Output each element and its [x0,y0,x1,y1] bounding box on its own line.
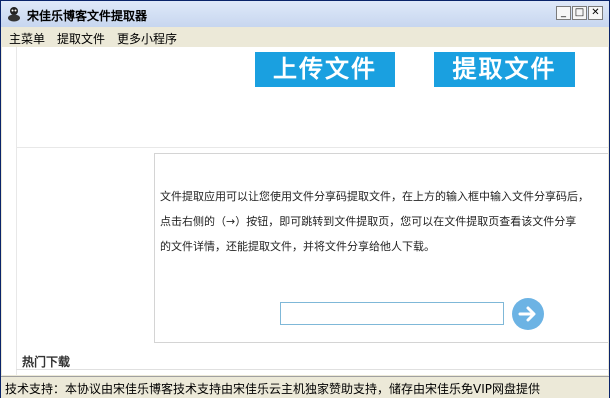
description-line: 点击右侧的（→）按钮，即可跳转到文件提取页，您可以在文件提取页查看该文件分享 [160,215,577,228]
app-icon [8,7,20,22]
menu-bar: 主菜单 提取文件 更多小程序 [1,27,609,47]
web-content: 上传文件 提取文件 文件提取应用可以让您使用文件分享码提取文件，在上方的输入框中… [2,47,608,375]
go-button[interactable] [512,298,544,330]
upload-file-button[interactable]: 上传文件 [255,52,395,87]
section-divider [16,147,608,148]
close-button[interactable]: ✕ [588,6,603,20]
content-divider [16,47,17,375]
description-line: 的文件详情，还能提取文件，并将文件分享给他人下载。 [160,240,435,253]
menu-more-programs[interactable]: 更多小程序 [117,30,177,47]
extract-file-button[interactable]: 提取文件 [434,52,575,87]
menu-extract-file[interactable]: 提取文件 [57,30,105,47]
minimize-button[interactable]: _ [556,6,571,20]
hot-downloads-heading: 热门下载 [22,355,71,369]
arrow-right-icon [518,306,536,322]
share-code-input[interactable] [280,302,504,325]
status-bar: 技术支持：本协议由宋佳乐博客技术支持由宋佳乐云主机独家赞助支持，储存由宋佳乐免V… [1,376,609,398]
description-line: 文件提取应用可以让您使用文件分享码提取文件，在上方的输入框中输入文件分享码后， [160,190,589,203]
maximize-button[interactable]: □ [572,6,587,20]
menu-main[interactable]: 主菜单 [9,30,45,47]
window-title: 宋佳乐博客文件提取器 [27,9,148,23]
extract-panel: 文件提取应用可以让您使用文件分享码提取文件，在上方的输入框中输入文件分享码后， … [154,153,608,343]
app-window: 宋佳乐博客文件提取器 _ □ ✕ 主菜单 提取文件 更多小程序 上传文件 提取文… [0,0,610,398]
title-bar[interactable]: 宋佳乐博客文件提取器 _ □ ✕ [1,1,609,28]
extract-description: 文件提取应用可以让您使用文件分享码提取文件，在上方的输入框中输入文件分享码后， … [160,184,608,259]
hot-downloads-divider [16,369,608,370]
status-text: 技术支持：本协议由宋佳乐博客技术支持由宋佳乐云主机独家赞助支持，储存由宋佳乐免V… [5,382,540,396]
